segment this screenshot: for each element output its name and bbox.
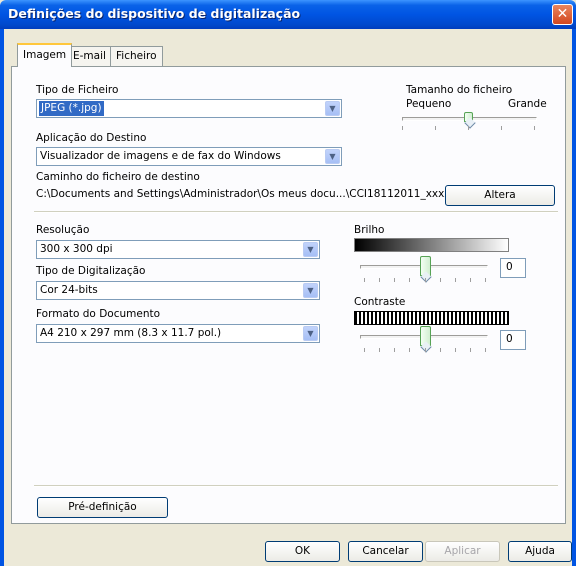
contrast-tick xyxy=(485,348,486,352)
file-size-tick xyxy=(468,126,469,130)
file-size-thumb[interactable] xyxy=(464,112,473,122)
document-size-label: Formato do Documento xyxy=(36,308,161,320)
resolution-select[interactable]: 300 x 300 dpi ▼ xyxy=(36,240,320,259)
ok-button[interactable]: OK xyxy=(265,541,340,562)
file-size-max-label: Grande xyxy=(508,98,547,110)
file-size-slider[interactable] xyxy=(402,112,542,134)
destination-path-label: Caminho do ficheiro de destino xyxy=(36,171,200,183)
brightness-tick xyxy=(394,278,395,282)
brightness-value-input[interactable]: 0 xyxy=(500,258,526,278)
close-icon: ✕ xyxy=(556,6,569,22)
brightness-tick xyxy=(470,278,471,282)
file-size-min-label: Pequeno xyxy=(406,98,452,110)
brightness-tick xyxy=(379,278,380,282)
brightness-thumb[interactable] xyxy=(420,256,431,276)
contrast-label: Contraste xyxy=(354,296,406,308)
file-type-label: Tipo de Ficheiro xyxy=(36,84,119,96)
divider xyxy=(34,211,558,213)
destination-app-label: Aplicação do Destino xyxy=(36,132,147,144)
apply-button[interactable]: Aplicar xyxy=(425,541,500,562)
file-size-label: Tamanho do ficheiro xyxy=(406,84,513,96)
change-path-button[interactable]: Altera xyxy=(445,185,555,206)
tab-imagem[interactable]: Imagem xyxy=(17,43,73,67)
scan-type-value: Cor 24-bits xyxy=(40,284,98,296)
document-size-select[interactable]: A4 210 x 297 mm (8.3 x 11.7 pol.) ▼ xyxy=(36,324,320,343)
contrast-tick xyxy=(379,348,380,352)
brightness-gradient xyxy=(354,238,509,252)
close-button[interactable]: ✕ xyxy=(552,4,573,25)
chevron-down-icon: ▼ xyxy=(325,101,340,116)
cancel-button[interactable]: Cancelar xyxy=(348,541,423,562)
help-button[interactable]: Ajuda xyxy=(508,541,572,562)
file-type-value: JPEG (*.jpg) xyxy=(39,101,104,116)
destination-path-value: C:\Documents and Settings\Administrador\… xyxy=(36,188,471,200)
brightness-label: Brilho xyxy=(354,224,385,236)
resolution-label: Resolução xyxy=(36,224,90,236)
contrast-tick xyxy=(440,348,441,352)
preset-button[interactable]: Pré-definição xyxy=(37,497,168,518)
brightness-tick xyxy=(455,278,456,282)
chevron-down-icon: ▼ xyxy=(303,326,318,341)
contrast-tick xyxy=(394,348,395,352)
contrast-tick xyxy=(470,348,471,352)
contrast-slider[interactable] xyxy=(360,326,490,356)
contrast-tick xyxy=(425,348,426,352)
chevron-down-icon: ▼ xyxy=(303,242,318,257)
divider xyxy=(34,485,558,487)
destination-app-select[interactable]: Visualizador de imagens e de fax do Wind… xyxy=(36,147,342,166)
contrast-pattern xyxy=(354,311,509,325)
tab-ficheiro[interactable]: Ficheiro xyxy=(110,46,163,66)
window-border-right xyxy=(572,29,576,566)
file-size-tick xyxy=(402,126,403,130)
brightness-tick xyxy=(485,278,486,282)
brightness-slider[interactable] xyxy=(360,256,490,286)
chevron-down-icon: ▼ xyxy=(325,149,340,164)
brightness-tick xyxy=(409,278,410,282)
brightness-tick xyxy=(364,278,365,282)
window-border-left xyxy=(0,29,4,566)
scan-settings-dialog: Definições do dispositivo de digitalizaç… xyxy=(0,0,576,566)
window-title: Definições do dispositivo de digitalizaç… xyxy=(8,6,301,21)
title-bar[interactable]: Definições do dispositivo de digitalizaç… xyxy=(0,0,576,29)
contrast-tick xyxy=(455,348,456,352)
scan-type-label: Tipo de Digitalização xyxy=(36,265,146,277)
scan-type-select[interactable]: Cor 24-bits ▼ xyxy=(36,281,320,300)
destination-app-value: Visualizador de imagens e de fax do Wind… xyxy=(40,150,281,162)
contrast-tick xyxy=(364,348,365,352)
tab-email[interactable]: E-mail xyxy=(67,46,112,66)
document-size-value: A4 210 x 297 mm (8.3 x 11.7 pol.) xyxy=(40,327,222,339)
file-type-select[interactable]: JPEG (*.jpg) ▼ xyxy=(36,99,342,118)
file-size-tick xyxy=(501,126,502,130)
contrast-tick xyxy=(409,348,410,352)
chevron-down-icon: ▼ xyxy=(303,283,318,298)
brightness-tick xyxy=(425,278,426,282)
resolution-value: 300 x 300 dpi xyxy=(40,243,113,255)
contrast-value-input[interactable]: 0 xyxy=(500,330,526,350)
contrast-thumb[interactable] xyxy=(420,326,431,346)
file-size-tick xyxy=(435,126,436,130)
brightness-tick xyxy=(440,278,441,282)
file-size-tick xyxy=(534,126,535,130)
